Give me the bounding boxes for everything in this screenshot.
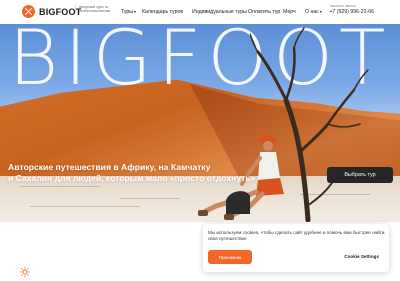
- cookie-accept-button[interactable]: Принимаю: [208, 250, 252, 264]
- nav-item-label: Оплатить тур: [248, 9, 281, 15]
- ground-crack: [20, 186, 100, 187]
- nav-item-tours[interactable]: Туры▾: [121, 9, 136, 15]
- nav-item-about[interactable]: О нас▾: [305, 9, 322, 15]
- site-header: BIGFOOT Авторские туры по необычным мест…: [0, 0, 400, 24]
- nav-item-label: О нас: [305, 9, 319, 15]
- cookie-settings-button[interactable]: Cookie Settings: [344, 254, 379, 259]
- nav-item-pay[interactable]: Оплатить тур: [248, 9, 280, 15]
- hero-headline: Авторские путешествия в Африку, на Камча…: [8, 162, 278, 184]
- nav-item-label: Индивидуальные туры: [192, 9, 247, 15]
- nav-item-calendar[interactable]: Календарь туров: [142, 9, 183, 15]
- ground-crack: [30, 206, 140, 207]
- hero-banner: BIGFOOT Авторские путешествия в Африку, …: [0, 24, 400, 222]
- ground-crack: [120, 198, 180, 199]
- nav-item-individual[interactable]: Индивидуальные туры: [192, 9, 247, 15]
- nav-item-label: Мерч: [283, 9, 296, 15]
- logo[interactable]: BIGFOOT: [22, 5, 81, 18]
- chevron-down-icon: ▾: [319, 9, 322, 14]
- hero-headline-line1: Авторские путешествия в Африку, на Камча…: [8, 162, 211, 172]
- phone-block[interactable]: Заказать звонок +7 (929) 996-22-66: [329, 4, 374, 15]
- hero-headline-line2: и Сахалин для людей, которым мало «прост…: [8, 173, 256, 183]
- cookie-message: Мы используем cookies, чтобы сделать сай…: [208, 230, 385, 242]
- nav-item-label: Календарь туров: [142, 9, 184, 15]
- sun-icon: [20, 267, 30, 277]
- callback-link[interactable]: Заказать звонок: [329, 4, 374, 8]
- cookie-banner: Мы используем cookies, чтобы сделать сай…: [203, 224, 389, 272]
- brand-tagline: Авторские туры по необычным местам: [75, 5, 121, 14]
- phone-number[interactable]: +7 (929) 996-22-66: [329, 9, 374, 15]
- choose-tour-button[interactable]: Выбрать тур: [327, 167, 393, 183]
- nav-item-label: Туры: [121, 9, 134, 15]
- nav-item-merch[interactable]: Мерч: [283, 9, 296, 15]
- chevron-down-icon: ▾: [134, 9, 137, 14]
- bigfoot-logo-icon: [22, 5, 35, 18]
